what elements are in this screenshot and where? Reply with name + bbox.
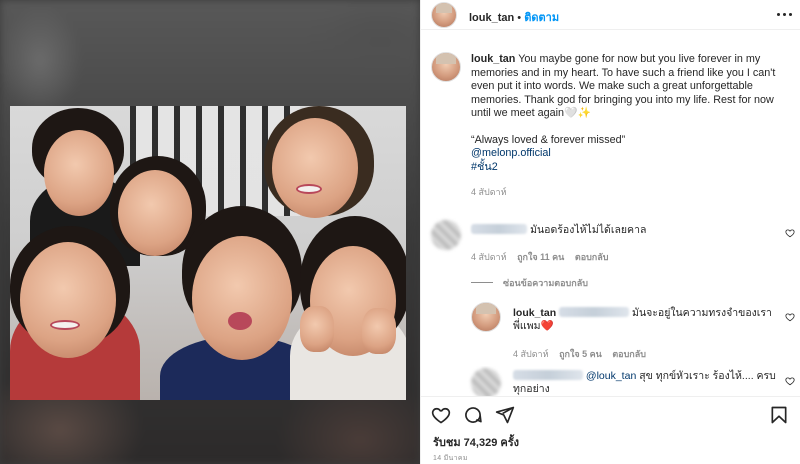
reply-meta: 4 สัปดาห์ ถูกใจ 5 คน ตอบกลับ	[513, 347, 646, 361]
reply-mention-blurred[interactable]	[559, 307, 630, 317]
post-media	[0, 0, 420, 464]
post-caption: louk_tan You maybe gone for now but you …	[471, 53, 791, 200]
photo-kiss-lips	[228, 312, 252, 330]
reply-body: louk_tan มันจะอยู่ในความทรงจำของเรา พี่แ…	[513, 307, 772, 333]
follow-button[interactable]: ติดตาม	[524, 12, 559, 24]
caption-username[interactable]: louk_tan	[471, 53, 515, 65]
reply-reply-button[interactable]: ตอบกลับ	[612, 349, 646, 359]
hide-replies-label: ซ่อนข้อความตอบกลับ	[503, 278, 588, 288]
comment-mention[interactable]: @louk_tan	[586, 370, 636, 382]
reply-likes[interactable]: ถูกใจ 5 คน	[559, 349, 602, 359]
red-heart-emoji: ❤️	[540, 320, 554, 332]
photo-hand	[300, 306, 334, 352]
caption-quote: “Always loved & forever missed”	[471, 133, 626, 146]
comment-meta: 4 สัปดาห์ ถูกใจ 11 คน ตอบกลับ	[471, 250, 608, 264]
instagram-post-modal: louk_tan • ติดตาม louk_tan You maybe gon…	[0, 0, 800, 464]
commenter-avatar[interactable]	[431, 220, 461, 250]
comment-time[interactable]: 4 สัปดาห์	[471, 252, 507, 262]
caption-avatar[interactable]	[431, 52, 461, 82]
reply-line-1: louk_tan มันจะอยู่ในความทรงจำของเรา	[513, 307, 772, 320]
photo-person-face	[20, 242, 116, 358]
photo-person-face	[118, 170, 192, 256]
comment-line-2: ทุกอย่าง	[513, 383, 550, 395]
reply-time[interactable]: 4 สัปดาห์	[513, 349, 549, 359]
comment-text: มันอดร้องไห้ไม่ได้เลยคาล	[530, 224, 647, 236]
photo-smile	[50, 320, 80, 330]
comment-line-1: @louk_tan สุข ทุกข์หัวเราะ ร้องไห้.... ค…	[513, 370, 776, 383]
hide-replies-line	[471, 282, 493, 283]
reply-line-2: พี่แพม❤️	[513, 320, 753, 333]
comment-likes[interactable]: ถูกใจ 11 คน	[517, 252, 564, 262]
photo-person-face	[44, 130, 114, 216]
caption-text: You maybe gone for now but you live fore…	[471, 53, 776, 119]
header-username[interactable]: louk_tan	[469, 12, 514, 24]
post-actions: รับชม 74,329 ครั้ง 14 มีนาคม	[421, 396, 800, 464]
photo-person-face	[272, 118, 358, 218]
header-separator: •	[517, 12, 522, 24]
reply-username[interactable]: louk_tan	[513, 307, 556, 319]
share-icon[interactable]	[495, 405, 515, 425]
post-photo[interactable]	[10, 106, 406, 400]
hide-replies-button[interactable]: ซ่อนข้อความตอบกลับ	[471, 276, 588, 290]
avatar[interactable]	[431, 2, 457, 28]
reply-text-a: มันจะอยู่ในความทรงจำของเรา	[632, 307, 772, 319]
photo-hand	[362, 308, 396, 354]
caption-mention[interactable]: @melonp.official	[471, 147, 791, 161]
small-heart-icon[interactable]	[785, 228, 795, 238]
photo-smile	[296, 184, 322, 194]
comment-body: มันอดร้องไห้ไม่ได้เลยคาล	[471, 224, 646, 237]
bookmark-icon[interactable]	[769, 405, 789, 425]
caption-hashtag[interactable]: #ชั้น2	[471, 161, 791, 175]
header-user-line: louk_tan • ติดตาม	[469, 8, 559, 26]
more-icon[interactable]	[777, 9, 793, 19]
view-count[interactable]: รับชม 74,329 ครั้ง	[433, 433, 519, 451]
comment-text: สุข ทุกข์หัวเราะ ร้องไห้.... ครบ	[639, 370, 776, 382]
comment-body: @louk_tan สุข ทุกข์หัวเราะ ร้องไห้.... ค…	[513, 370, 776, 396]
post-header: louk_tan • ติดตาม	[421, 0, 800, 30]
heart-icon[interactable]	[431, 405, 451, 425]
post-sidebar: louk_tan • ติดตาม louk_tan You maybe gon…	[420, 0, 800, 464]
comment-reply-button[interactable]: ตอบกลับ	[575, 252, 609, 262]
photo-person-face	[192, 236, 292, 360]
commenter-avatar[interactable]	[471, 368, 501, 396]
reply-text-b: พี่แพม	[513, 320, 541, 332]
post-date[interactable]: 14 มีนาคม	[433, 453, 468, 464]
small-heart-icon[interactable]	[785, 376, 795, 386]
commenter-name-blurred[interactable]	[513, 370, 583, 380]
caption-time[interactable]: 4 สัปดาห์	[471, 186, 791, 200]
commenter-name-blurred[interactable]	[471, 224, 527, 234]
small-heart-icon[interactable]	[785, 312, 795, 322]
reply-avatar[interactable]	[471, 302, 501, 332]
comment-icon[interactable]	[463, 405, 483, 425]
comment-item: @louk_tan สุข ทุกข์หัวเราะ ร้องไห้.... ค…	[421, 366, 800, 396]
